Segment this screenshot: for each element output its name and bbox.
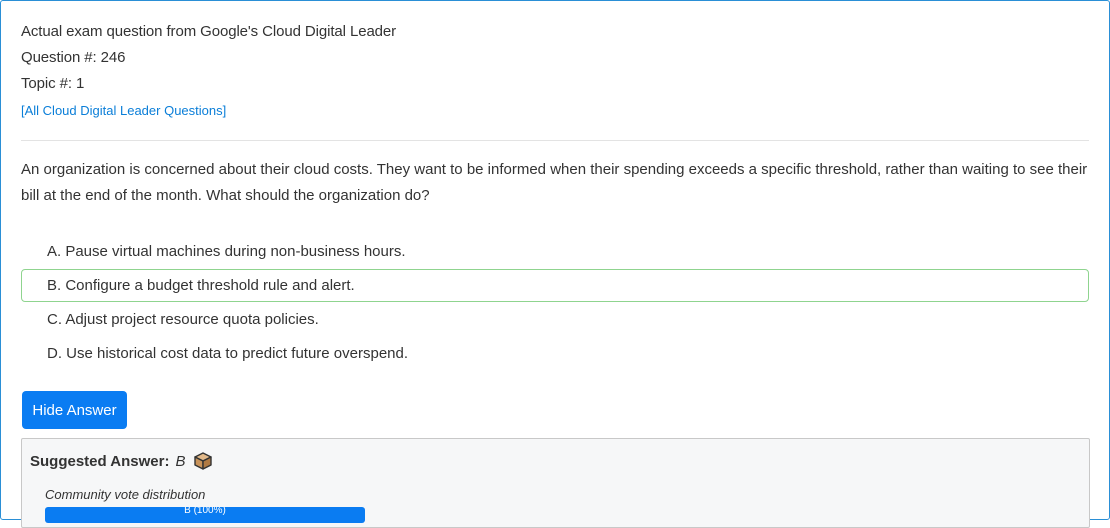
hide-answer-button[interactable]: Hide Answer xyxy=(22,391,127,429)
vote-bar: B (100%) xyxy=(45,507,365,523)
choice-b[interactable]: B. Configure a budget threshold rule and… xyxy=(21,269,1089,302)
answer-box: Suggested Answer: B Community vote distr… xyxy=(21,438,1090,528)
choice-c[interactable]: C. Adjust project resource quota policie… xyxy=(21,303,1089,336)
question-text: An organization is concerned about their… xyxy=(21,161,1088,204)
divider xyxy=(21,140,1089,141)
suggested-answer: Suggested Answer: B xyxy=(30,451,213,471)
box-icon[interactable] xyxy=(193,451,213,471)
topic-number: Topic #: 1 xyxy=(21,75,85,92)
choice-d[interactable]: D. Use historical cost data to predict f… xyxy=(21,337,1089,370)
suggested-answer-value: B xyxy=(175,452,186,470)
question-card: Actual exam question from Google's Cloud… xyxy=(0,0,1110,528)
choice-a[interactable]: A. Pause virtual machines during non-bus… xyxy=(21,235,1089,268)
question-number: Question #: 246 xyxy=(21,49,126,66)
all-questions-link[interactable]: [All Cloud Digital Leader Questions] xyxy=(21,103,226,118)
suggested-answer-label: Suggested Answer: xyxy=(30,452,170,470)
vote-distribution-label: Community vote distribution xyxy=(45,487,206,502)
exam-title: Actual exam question from Google's Cloud… xyxy=(21,23,397,40)
